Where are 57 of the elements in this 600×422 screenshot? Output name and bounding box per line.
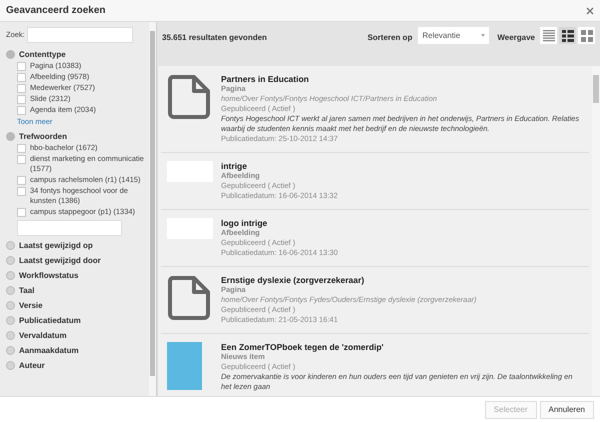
- facet-title[interactable]: Vervaldatum: [19, 330, 67, 342]
- expand-icon[interactable]: [6, 346, 15, 356]
- facet-title[interactable]: Laatst gewijzigd op: [19, 240, 93, 252]
- facet-title[interactable]: Auteur: [19, 360, 45, 372]
- view-label: Weergave: [497, 32, 535, 44]
- expand-icon[interactable]: [6, 271, 15, 280]
- collapse-icon[interactable]: [6, 132, 15, 142]
- checkbox[interactable]: [17, 73, 26, 82]
- checkbox[interactable]: [17, 155, 26, 164]
- facet-title[interactable]: Contenttype: [19, 48, 66, 60]
- checkbox[interactable]: [17, 95, 26, 104]
- photo-placeholder: [167, 342, 202, 390]
- result-title[interactable]: Partners in Education: [221, 74, 583, 84]
- checkbox[interactable]: [17, 84, 26, 93]
- grid-view-icon: [580, 30, 592, 42]
- facet-title[interactable]: Workflowstatus: [19, 270, 78, 282]
- facet-title[interactable]: Versie: [19, 300, 43, 312]
- window-title: Geavanceerd zoeken: [6, 4, 106, 18]
- expand-icon[interactable]: [6, 286, 15, 296]
- sort-value: Relevantie: [422, 30, 460, 42]
- scrollbar[interactable]: [149, 22, 156, 396]
- facet-title[interactable]: Publicatiedatum: [19, 314, 81, 327]
- collapse-icon[interactable]: [6, 50, 15, 59]
- facet-title[interactable]: Aanmaakdatum: [19, 344, 79, 357]
- expand-icon[interactable]: [6, 256, 15, 266]
- result-title[interactable]: Een ZomerTOPboek tegen de 'zomerdip': [221, 342, 583, 352]
- checkbox[interactable]: [17, 176, 26, 186]
- result-title[interactable]: logo intrige: [221, 218, 338, 228]
- result-title[interactable]: Ernstige dyslexie (zorgverzekeraar): [221, 275, 477, 285]
- expand-icon[interactable]: [6, 301, 15, 310]
- checkbox[interactable]: [17, 106, 26, 115]
- result-title[interactable]: intrige: [221, 161, 338, 171]
- facet-title[interactable]: Laatst gewijzigd door: [19, 254, 101, 267]
- list-view-icon: [542, 30, 554, 42]
- sort-label: Sorteren op: [367, 32, 412, 44]
- expand-icon[interactable]: [6, 331, 15, 340]
- document-icon: [167, 275, 211, 321]
- expand-icon[interactable]: [6, 241, 15, 250]
- expand-icon[interactable]: [6, 361, 15, 370]
- caret-icon: [481, 34, 486, 37]
- scrollbar[interactable]: [592, 66, 600, 396]
- detail-view-icon: [562, 30, 574, 42]
- facet-title[interactable]: Trefwoorden: [19, 130, 68, 143]
- checkbox[interactable]: [17, 62, 26, 71]
- results-count: 35.651 resultaten gevonden: [162, 32, 267, 44]
- filter-field[interactable]: [17, 220, 122, 236]
- dialog-button[interactable]: Annuleren: [540, 400, 594, 418]
- sort-dropdown[interactable]: Relevantie: [418, 27, 490, 44]
- checkbox[interactable]: [17, 144, 26, 154]
- checkbox[interactable]: [17, 208, 26, 218]
- close-icon[interactable]: [586, 6, 594, 14]
- checkbox[interactable]: [17, 187, 26, 196]
- detail-view-button[interactable]: [559, 27, 576, 44]
- facet-title[interactable]: Taal: [19, 284, 34, 297]
- search-field[interactable]: [26, 27, 133, 43]
- document-icon: [167, 74, 211, 120]
- expand-icon[interactable]: [6, 316, 15, 326]
